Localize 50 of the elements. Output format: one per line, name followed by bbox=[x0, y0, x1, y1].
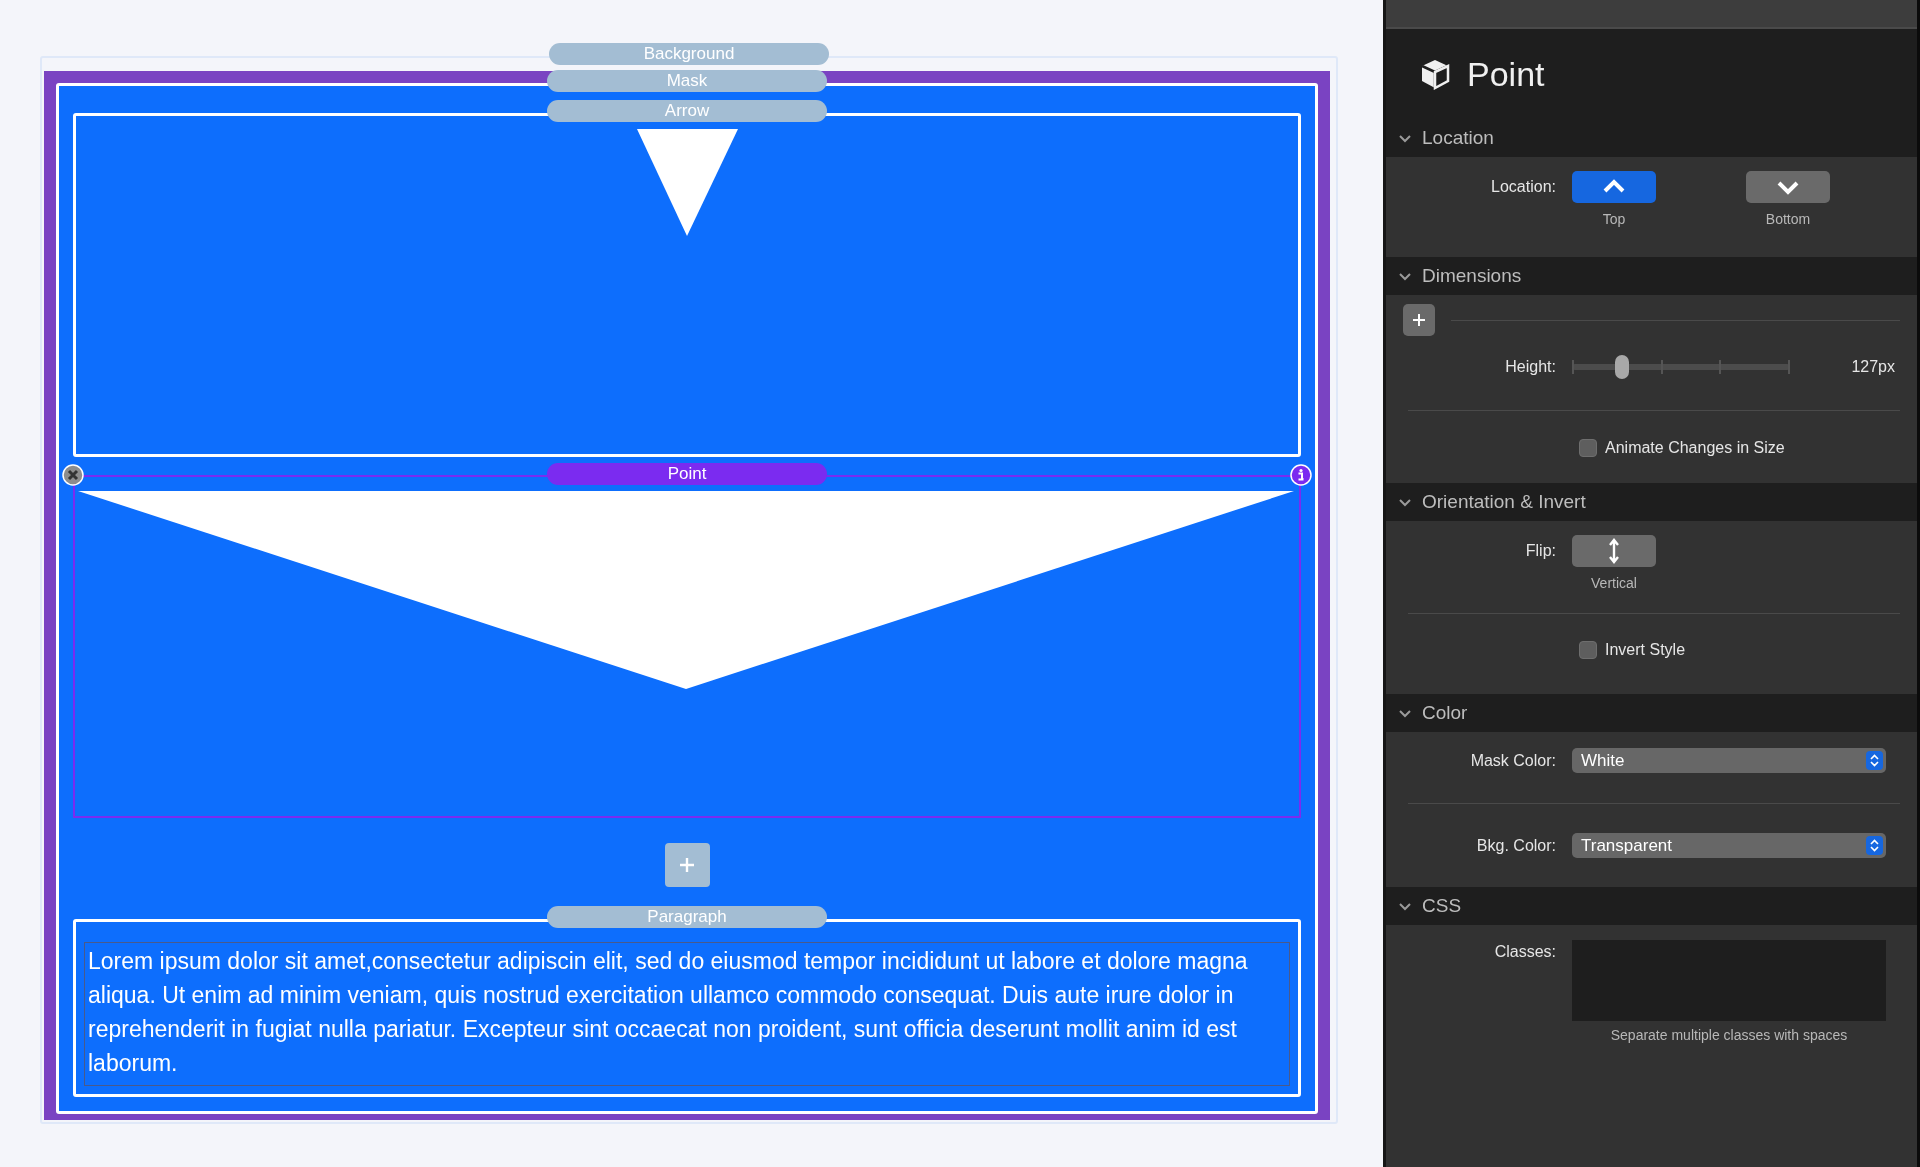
info-icon[interactable] bbox=[1290, 464, 1312, 486]
field-label: Location: bbox=[1490, 177, 1557, 197]
section-title: CSS bbox=[1422, 895, 1462, 917]
section-title: Color bbox=[1422, 702, 1468, 724]
field-label: Height: bbox=[1504, 358, 1557, 376]
paragraph-text: Lorem ipsum dolor sit amet,consectetur adipiscin elit, sed do eiusmod tempor incididunt ut labore et dolore magna aliqua. Ut enim ad minim veniam, quis nostrud exercitation ullamco commodo consequat. Duis aute irure dolor in reprehenderit in fugiat nulla pariatur. Excepteur sint occaecat non proident, sunt officia deserunt mollit anim id est laborum. bbox=[84, 942, 1290, 1086]
section-header[interactable]: CSS bbox=[1386, 887, 1917, 925]
cube-icon bbox=[1419, 58, 1451, 90]
button-caption: Bottom bbox=[1765, 211, 1811, 227]
field-label: Mask Color: bbox=[1469, 751, 1557, 770]
add-button[interactable] bbox=[664, 843, 710, 887]
hint-text: Separate multiple classes with spaces bbox=[1610, 1027, 1848, 1043]
section-title: Orientation & Invert bbox=[1422, 491, 1586, 513]
checkbox-label[interactable]: Animate Changes in Size bbox=[1605, 439, 1785, 457]
checkbox[interactable] bbox=[1579, 439, 1597, 457]
section-title: Dimensions bbox=[1422, 265, 1522, 287]
chevron-down-icon[interactable] bbox=[1398, 707, 1412, 719]
height-value: 127px bbox=[1851, 358, 1895, 376]
checkbox[interactable] bbox=[1579, 641, 1597, 659]
location-button[interactable] bbox=[1746, 171, 1830, 203]
section-header[interactable]: Dimensions bbox=[1386, 257, 1917, 295]
slider-thumb[interactable] bbox=[1615, 355, 1630, 379]
location-button[interactable] bbox=[1572, 171, 1656, 203]
chevron-down-icon[interactable] bbox=[1398, 900, 1412, 912]
button-caption: Vertical bbox=[1591, 575, 1637, 591]
add-button[interactable] bbox=[1403, 304, 1435, 336]
panel-title: Point bbox=[1467, 54, 1545, 94]
checkbox-label[interactable]: Invert Style bbox=[1605, 641, 1686, 659]
button-caption: Top bbox=[1602, 211, 1626, 227]
section-header[interactable]: Color bbox=[1386, 694, 1917, 732]
chevron-down-icon[interactable] bbox=[1398, 270, 1412, 282]
background-color-dropdown[interactable]: Transparent bbox=[1572, 833, 1886, 858]
stepper-icon bbox=[1866, 751, 1883, 770]
section-header[interactable]: Location bbox=[1386, 119, 1917, 157]
chevron-down-icon[interactable] bbox=[1398, 132, 1412, 144]
vertical-arrows-icon bbox=[1607, 538, 1621, 564]
stepper-icon bbox=[1866, 836, 1883, 855]
height-slider[interactable] bbox=[1572, 355, 1790, 379]
section-title: Location bbox=[1422, 127, 1494, 149]
plus-icon bbox=[1412, 313, 1426, 327]
field-label: Bkg. Color: bbox=[1475, 836, 1557, 855]
close-icon[interactable] bbox=[62, 464, 84, 486]
section-header[interactable]: Orientation & Invert bbox=[1386, 483, 1917, 521]
field-label: Flip: bbox=[1524, 541, 1557, 561]
flip-button[interactable] bbox=[1572, 535, 1656, 567]
layer-label[interactable]: Point bbox=[547, 463, 827, 485]
field-label: Classes: bbox=[1493, 942, 1557, 961]
mask-color-dropdown[interactable]: White bbox=[1572, 748, 1886, 773]
plus-icon bbox=[678, 856, 696, 874]
chevron-down-icon[interactable] bbox=[1398, 496, 1412, 508]
